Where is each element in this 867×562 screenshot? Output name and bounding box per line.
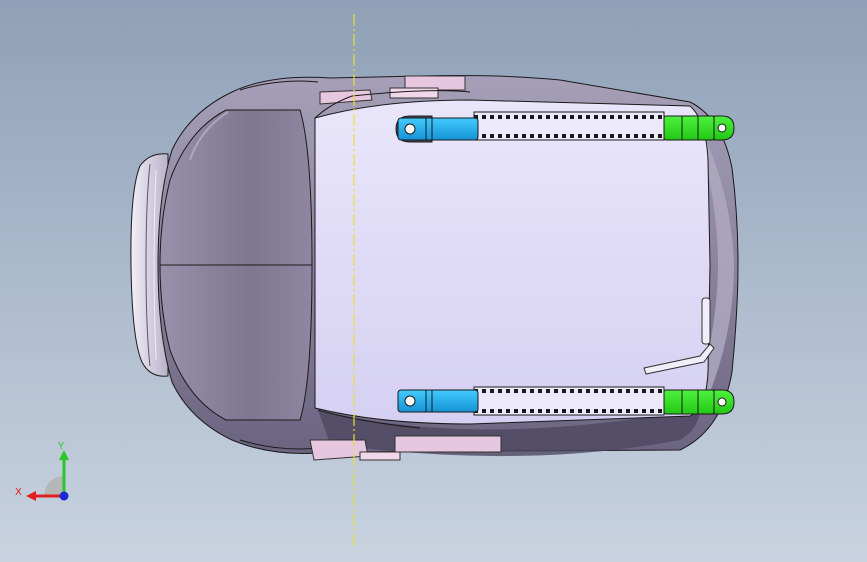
upper-zipper-track <box>473 111 665 141</box>
z-axis-dot <box>59 491 69 501</box>
x-axis-label: X <box>15 487 22 498</box>
lower-blue-clip[interactable] <box>397 389 479 413</box>
coordinate-triad: Y X <box>14 440 78 510</box>
bottom-hinge-bracket[interactable] <box>309 435 502 461</box>
lower-green-clip[interactable] <box>663 389 735 415</box>
triad-graphic <box>26 450 69 501</box>
graphics-viewport[interactable]: Y X <box>0 0 867 562</box>
y-axis-label: Y <box>58 441 65 452</box>
seat-top-panel[interactable] <box>314 90 711 429</box>
upper-green-clip[interactable] <box>663 115 735 141</box>
upper-blue-clip[interactable] <box>395 115 479 143</box>
model-view[interactable] <box>0 0 867 562</box>
x-axis-arrowhead <box>26 491 36 501</box>
lower-zipper-track <box>473 386 665 416</box>
